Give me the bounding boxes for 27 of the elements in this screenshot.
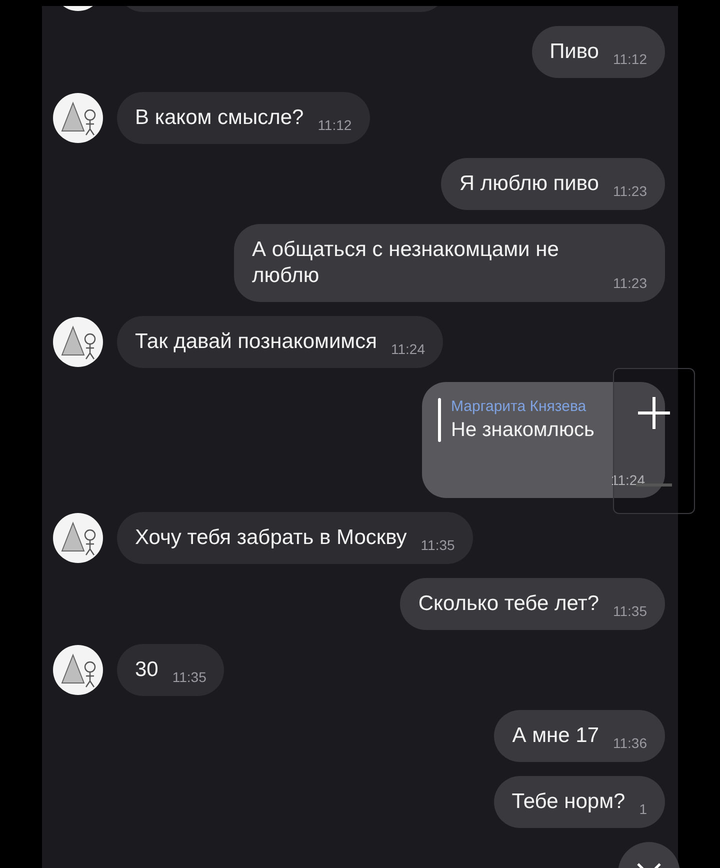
message-time: 11:35 [613, 602, 647, 620]
message-text: Сколько тебе лет? [418, 591, 599, 617]
message-time: 11:23 [613, 182, 647, 200]
message-time: 11:36 [613, 734, 647, 752]
message-time: 11:35 [172, 668, 206, 686]
message-text: А мне 17 [512, 723, 599, 749]
avatar-icon [53, 645, 103, 695]
plus-icon [636, 395, 672, 431]
message-time: 11:12 [613, 50, 647, 68]
message-time: 11:24 [390, 340, 425, 358]
message-text: Хочу тебя забрать в Москву [135, 525, 407, 551]
message-time: 11:12 [318, 116, 352, 134]
quoted-text: Не знакомлюсь [451, 419, 594, 442]
message-time: 11:23 [613, 274, 647, 292]
message-text: А общаться с незнакомцами не люблю [252, 237, 560, 289]
avatar-icon [53, 513, 103, 563]
message-text: В каком смысле? [135, 105, 304, 131]
avatar-icon [53, 317, 103, 367]
avatar-icon [53, 93, 103, 143]
message-time: 1 [639, 800, 647, 818]
message-text: Так давай познакомимся [135, 329, 377, 355]
message-text: Я люблю пиво [459, 171, 599, 197]
message-text: 30 [135, 657, 158, 683]
message-text: Пиво [550, 39, 599, 65]
message-text: Тебе норм? [512, 789, 626, 815]
message-time: 11:35 [420, 536, 455, 554]
quoted-author: Маргарита Князева [451, 398, 588, 415]
